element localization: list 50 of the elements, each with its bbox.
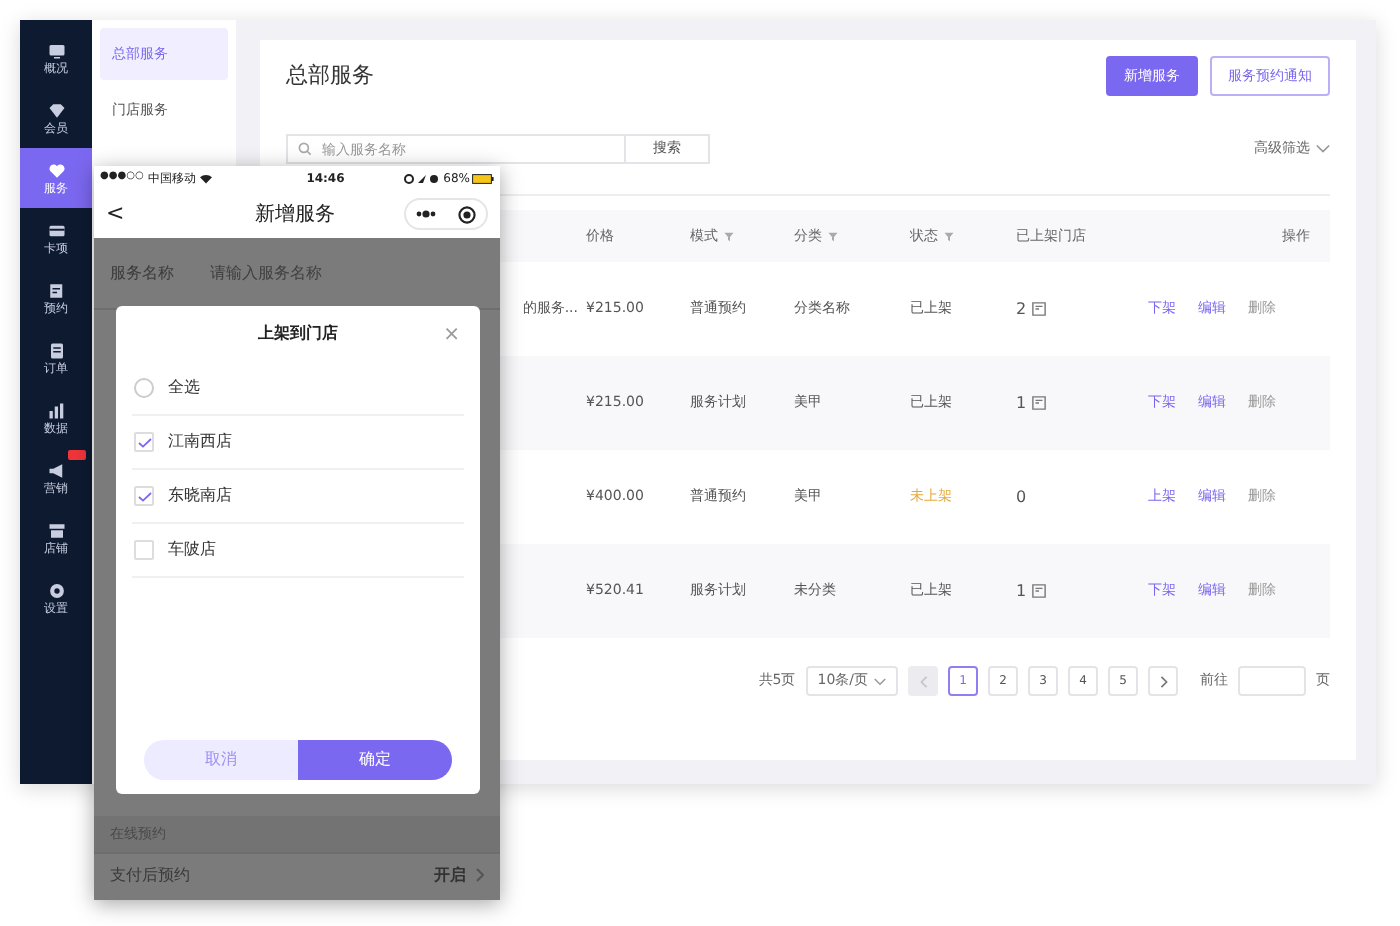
confirm-button[interactable]: 确定 <box>298 740 452 780</box>
heart-icon <box>47 161 65 179</box>
document-icon[interactable] <box>1032 302 1047 316</box>
option-label[interactable]: 东晓南店 <box>168 484 232 508</box>
checkbox[interactable] <box>134 540 154 560</box>
form-value: 开启 <box>434 863 466 887</box>
settings-icon <box>47 581 65 599</box>
table-cell: 1 <box>1016 579 1027 603</box>
store-icon <box>47 521 65 539</box>
back-button[interactable]: < <box>106 197 146 231</box>
list-icon <box>47 341 65 359</box>
megaphone-icon <box>47 461 65 479</box>
monitor-icon <box>47 41 65 59</box>
chevron-down-icon <box>1316 144 1330 154</box>
option-label[interactable]: 江南西店 <box>168 430 232 454</box>
filter-icon[interactable] <box>828 231 838 241</box>
bar-chart-icon <box>47 401 65 419</box>
document-icon[interactable] <box>1032 584 1047 598</box>
page-title: 总部服务 <box>286 59 374 92</box>
more-icon <box>416 210 437 218</box>
filter-icon[interactable] <box>944 231 954 241</box>
capsule-menu[interactable] <box>404 198 488 230</box>
checkbox[interactable] <box>134 432 154 452</box>
chevron-down-icon <box>874 677 886 685</box>
chevron-right-icon <box>476 868 484 882</box>
checkbox[interactable] <box>134 486 154 506</box>
chevron-left-icon <box>919 675 927 687</box>
page-input[interactable] <box>1238 666 1306 696</box>
dialog-title: 上架到门店 <box>258 322 338 346</box>
table-cell: 2 <box>1016 297 1027 321</box>
table-cell: 1 <box>1016 391 1027 415</box>
diamond-icon <box>47 101 65 119</box>
card-icon <box>47 221 65 239</box>
table-cell: 0 <box>1016 485 1027 509</box>
radio-button[interactable] <box>134 378 154 398</box>
form-label: 服务名称 <box>110 261 174 285</box>
form-label: 支付后预约 <box>110 863 190 887</box>
battery-icon <box>472 173 494 183</box>
calendar-icon <box>47 281 65 299</box>
filter-icon[interactable] <box>724 231 734 241</box>
status-icons <box>403 173 440 183</box>
option-label[interactable]: 全选 <box>168 376 200 400</box>
document-icon[interactable] <box>1032 396 1047 410</box>
option-label[interactable]: 车陂店 <box>168 538 216 562</box>
phone-title: 新增服务 <box>253 201 337 229</box>
target-icon <box>457 205 476 223</box>
chevron-right-icon <box>1159 675 1167 687</box>
search-icon <box>298 142 312 156</box>
next-page-button[interactable] <box>1148 666 1178 696</box>
wifi-icon <box>199 173 212 183</box>
